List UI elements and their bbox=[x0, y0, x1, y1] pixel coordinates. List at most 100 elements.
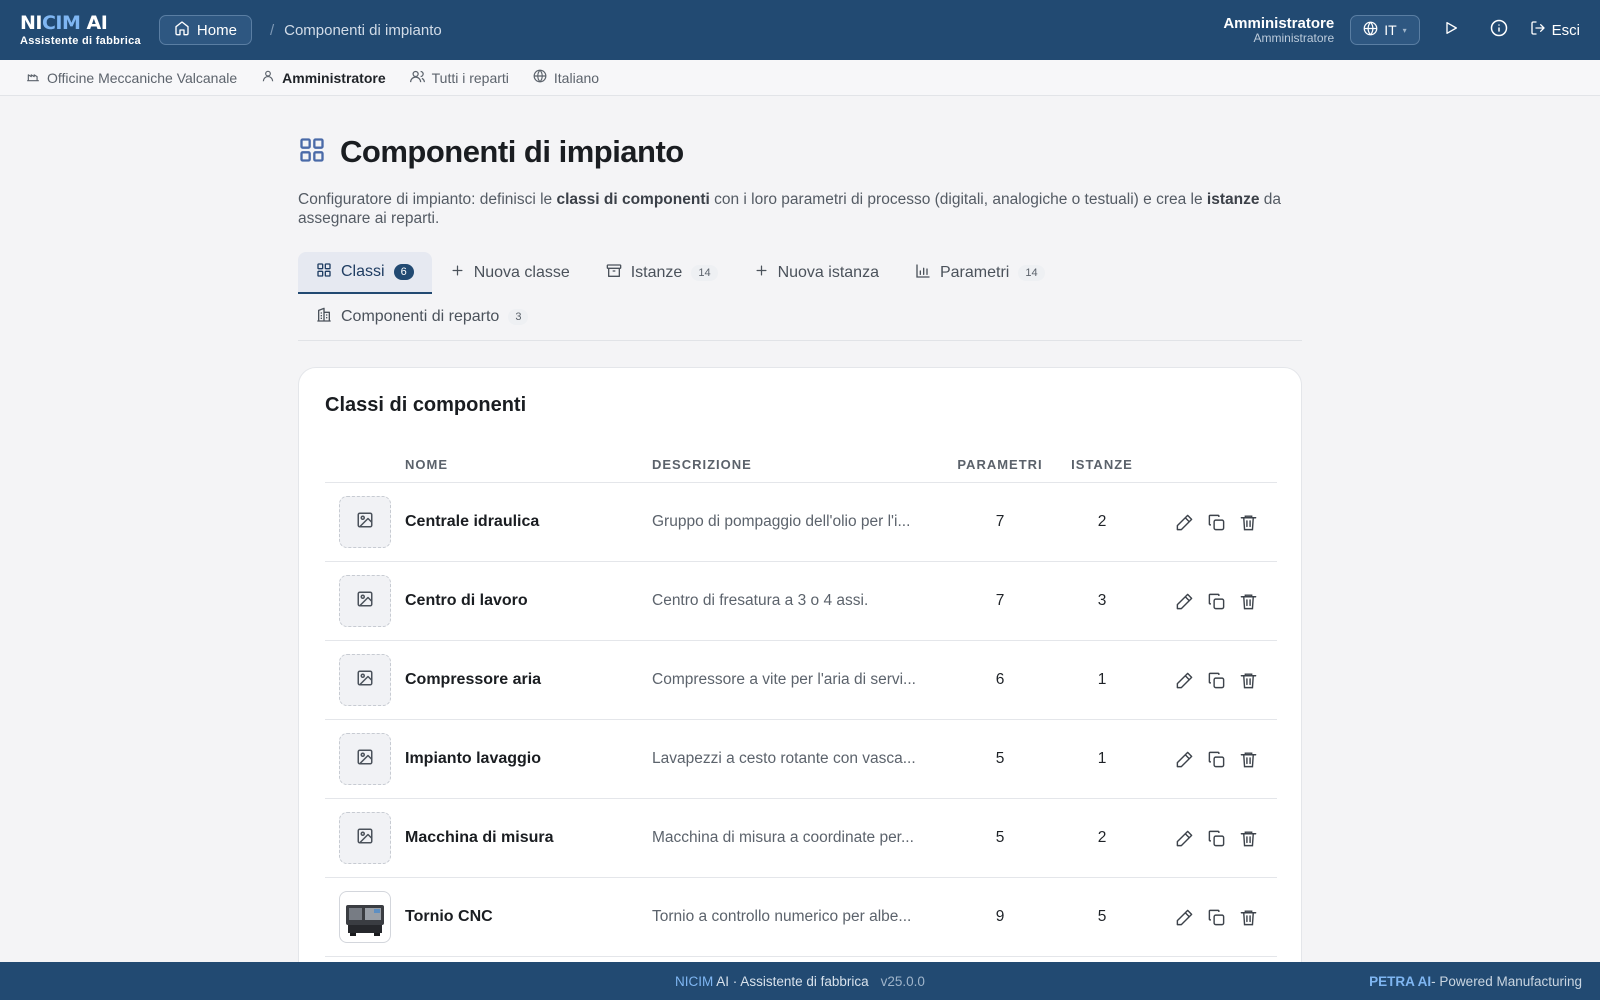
table-row[interactable]: Macchina di misura Macchina di misura a … bbox=[325, 799, 1277, 878]
version-label: v25.0.0 bbox=[880, 973, 925, 989]
top-navbar: NICIM AI Assistente di fabbrica Home / C… bbox=[0, 0, 1600, 60]
tab-bar: Classi 6 Nuova classe Istanze 14 Nuova i… bbox=[298, 252, 1302, 341]
table-row[interactable]: Centrale idraulica Gruppo di pompaggio d… bbox=[325, 483, 1277, 562]
trash-icon[interactable] bbox=[1237, 590, 1259, 612]
archive-icon bbox=[606, 263, 622, 284]
copy-icon[interactable] bbox=[1205, 827, 1227, 849]
trash-icon[interactable] bbox=[1237, 827, 1259, 849]
footer-brand: NICIM AI · Assistente di fabbrica bbox=[675, 973, 869, 989]
tab-label: Istanze bbox=[630, 264, 683, 281]
class-description: Compressore a vite per l'aria di servi..… bbox=[652, 671, 916, 688]
info-icon bbox=[1490, 19, 1508, 42]
trash-icon[interactable] bbox=[1237, 669, 1259, 691]
globe-icon bbox=[533, 69, 547, 86]
image-placeholder[interactable] bbox=[339, 575, 391, 627]
class-instances-count: 1 bbox=[1097, 750, 1107, 767]
language-selector[interactable]: Italiano bbox=[533, 69, 599, 86]
copy-icon[interactable] bbox=[1205, 906, 1227, 928]
home-icon bbox=[174, 20, 190, 40]
copy-icon[interactable] bbox=[1205, 511, 1227, 533]
brand-title: NICIM AI bbox=[20, 11, 108, 34]
chevron-down-icon: ▾ bbox=[1402, 25, 1407, 35]
edit-icon[interactable] bbox=[1173, 906, 1195, 928]
image-placeholder[interactable] bbox=[339, 733, 391, 785]
home-button[interactable]: Home bbox=[158, 15, 252, 45]
edit-icon[interactable] bbox=[1173, 590, 1195, 612]
tab-classi[interactable]: Classi 6 bbox=[298, 252, 432, 294]
logout-label: Esci bbox=[1551, 21, 1580, 39]
edit-icon[interactable] bbox=[1173, 827, 1195, 849]
edit-icon[interactable] bbox=[1173, 511, 1195, 533]
tab-parametri[interactable]: Parametri 14 bbox=[897, 252, 1063, 294]
play-icon bbox=[1443, 20, 1459, 41]
class-instances-count: 2 bbox=[1097, 829, 1107, 846]
table-row[interactable]: Compressore aria Compressore a vite per … bbox=[325, 641, 1277, 720]
lathe-photo[interactable] bbox=[339, 891, 391, 943]
copy-icon[interactable] bbox=[1205, 669, 1227, 691]
breadcrumb-current: Componenti di impianto bbox=[284, 21, 442, 39]
table-header: NOME DESCRIZIONE PARAMETRI ISTANZE bbox=[325, 447, 1277, 483]
edit-icon[interactable] bbox=[1173, 669, 1195, 691]
copy-icon[interactable] bbox=[1205, 748, 1227, 770]
page-title: Componenti di impianto bbox=[340, 134, 684, 169]
trash-icon[interactable] bbox=[1237, 511, 1259, 533]
table-row[interactable]: Impianto lavaggio Lavapezzi a cesto rota… bbox=[325, 720, 1277, 799]
edit-icon[interactable] bbox=[1173, 748, 1195, 770]
trash-icon[interactable] bbox=[1237, 906, 1259, 928]
class-params-count: 7 bbox=[995, 592, 1005, 609]
table-row[interactable]: Tornio CNC Tornio a controllo numerico p… bbox=[325, 878, 1277, 957]
tab-label: Classi bbox=[341, 263, 385, 280]
header-description[interactable]: DESCRIZIONE bbox=[652, 457, 949, 472]
class-name: Compressore aria bbox=[405, 671, 542, 688]
image-icon bbox=[356, 748, 374, 771]
grid-icon bbox=[316, 262, 332, 283]
image-placeholder[interactable] bbox=[339, 812, 391, 864]
image-icon bbox=[356, 669, 374, 692]
brand-logo[interactable]: NICIM AI Assistente di fabbrica bbox=[20, 11, 141, 47]
language-label: IT bbox=[1384, 22, 1397, 38]
class-description: Lavapezzi a cesto rotante con vasca... bbox=[652, 750, 916, 767]
table-row[interactable]: Centro di lavoro Centro di fresatura a 3… bbox=[325, 562, 1277, 641]
user-label: Amministratore bbox=[282, 69, 386, 86]
header-name[interactable]: NOME bbox=[405, 457, 652, 472]
company-selector[interactable]: Officine Meccaniche Valcanale bbox=[26, 69, 237, 86]
info-button[interactable] bbox=[1482, 15, 1516, 45]
department-selector[interactable]: Tutti i reparti bbox=[409, 69, 509, 87]
class-name: Macchina di misura bbox=[405, 829, 554, 846]
language-button[interactable]: IT ▾ bbox=[1350, 15, 1420, 45]
class-params-count: 6 bbox=[995, 671, 1005, 688]
tab-nuova-istanza[interactable]: Nuova istanza bbox=[736, 252, 897, 294]
class-instances-count: 5 bbox=[1097, 908, 1107, 925]
tab-componenti-di-reparto[interactable]: Componenti di reparto 3 bbox=[298, 296, 546, 338]
class-params-count: 9 bbox=[995, 908, 1005, 925]
user-name: Amministratore bbox=[1223, 14, 1335, 32]
class-instances-count: 3 bbox=[1097, 592, 1107, 609]
user-role: Amministratore bbox=[1253, 30, 1335, 45]
header-instances[interactable]: ISTANZE bbox=[1051, 457, 1153, 472]
class-name: Centro di lavoro bbox=[405, 592, 528, 609]
tab-istanze[interactable]: Istanze 14 bbox=[588, 252, 736, 294]
image-placeholder[interactable] bbox=[339, 654, 391, 706]
count-badge: 14 bbox=[1018, 265, 1045, 281]
play-button[interactable] bbox=[1434, 15, 1468, 45]
count-badge: 6 bbox=[393, 264, 414, 280]
count-badge: 3 bbox=[508, 309, 529, 325]
tab-nuova-classe[interactable]: Nuova classe bbox=[432, 252, 588, 294]
logout-button[interactable]: Esci bbox=[1530, 20, 1580, 40]
building-icon bbox=[316, 307, 332, 328]
copy-icon[interactable] bbox=[1205, 590, 1227, 612]
user-info: Amministratore Amministratore bbox=[1223, 16, 1334, 44]
card-title: Classi di componenti bbox=[325, 394, 527, 416]
class-description: Tornio a controllo numerico per albe... bbox=[652, 908, 912, 925]
bar-chart-icon bbox=[915, 263, 931, 284]
user-selector[interactable]: Amministratore bbox=[261, 69, 386, 86]
class-params-count: 5 bbox=[995, 750, 1005, 767]
header-params[interactable]: PARAMETRI bbox=[949, 457, 1051, 472]
home-label: Home bbox=[196, 21, 237, 39]
class-description: Centro di fresatura a 3 o 4 assi. bbox=[652, 592, 869, 609]
plus-icon bbox=[450, 263, 465, 283]
image-placeholder[interactable] bbox=[339, 496, 391, 548]
page-description: Configuratore di impianto: definisci le … bbox=[298, 191, 1282, 227]
main-content: Componenti di impianto Configuratore di … bbox=[298, 96, 1302, 987]
trash-icon[interactable] bbox=[1237, 748, 1259, 770]
